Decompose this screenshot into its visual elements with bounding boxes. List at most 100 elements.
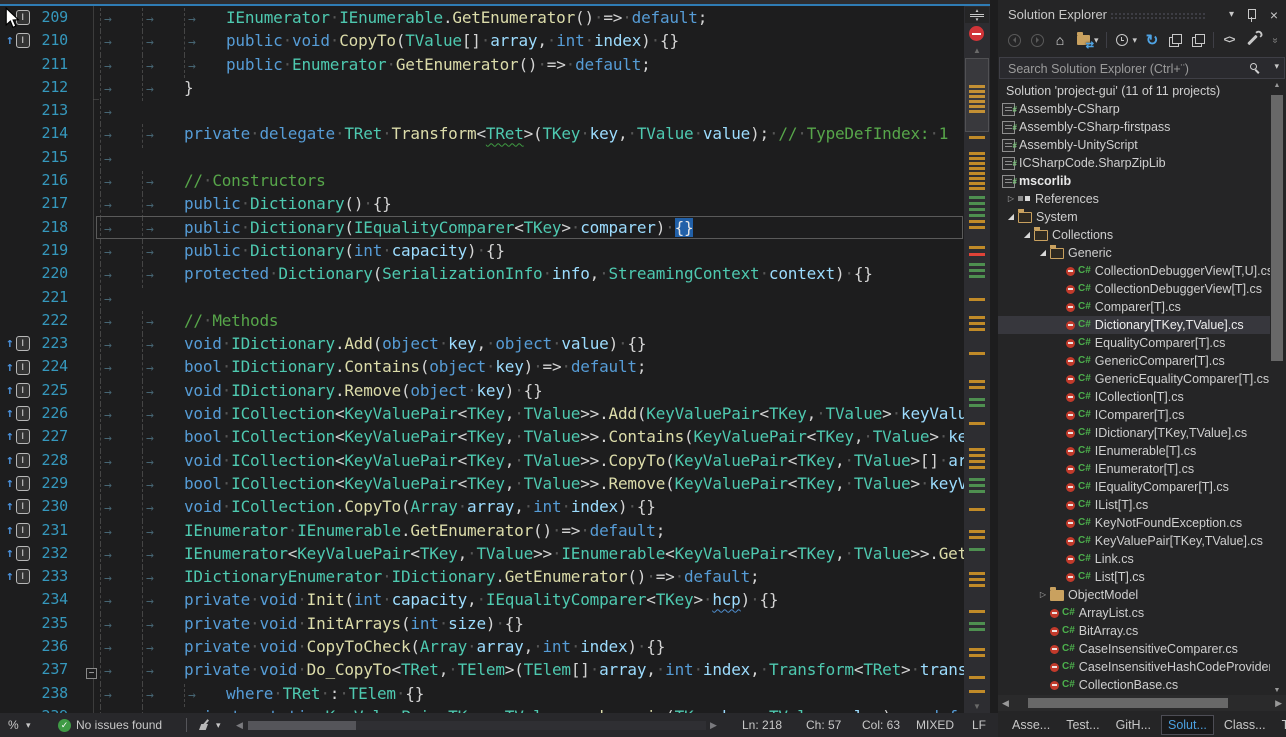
interface-indicator-icon[interactable]: I xyxy=(16,406,30,421)
outlining-margin[interactable] xyxy=(78,635,100,658)
collapse-all-icon[interactable] xyxy=(1167,32,1183,48)
properties-icon[interactable] xyxy=(1244,32,1260,48)
line-number[interactable]: 217 xyxy=(34,192,78,215)
zoom-control[interactable]: % xyxy=(8,713,19,737)
tree-item[interactable]: ◢Collections xyxy=(998,226,1270,244)
code-text[interactable]: →→public·Dictionary()·{} xyxy=(100,192,990,215)
tree-item[interactable]: C#IEqualityComparer[T].cs xyxy=(998,478,1270,496)
code-line[interactable]: ↑I226→→void·ICollection<KeyValuePair<TKe… xyxy=(0,402,990,425)
code-cleanup-caret-icon[interactable]: ▾ xyxy=(216,713,221,737)
glyph-margin[interactable] xyxy=(0,239,34,262)
code-line[interactable]: 236→→private·void·CopyToCheck(Array·arra… xyxy=(0,635,990,658)
code-line[interactable]: 238→→→where·TRet·:·TElem·{} xyxy=(0,682,990,705)
code-line[interactable]: 211→→→public·Enumerator·GetEnumerator()·… xyxy=(0,53,990,76)
code-line[interactable]: 220→→protected·Dictionary(SerializationI… xyxy=(0,262,990,285)
tree-scroll-up-arrow[interactable]: ▲ xyxy=(1270,82,1284,89)
glyph-margin[interactable] xyxy=(0,76,34,99)
show-all-files-icon[interactable] xyxy=(1190,32,1206,48)
glyph-margin[interactable]: ↑I xyxy=(0,519,34,542)
code-text[interactable]: →→void·IDictionary.Remove(object·key)·{} xyxy=(100,379,990,402)
outlining-margin[interactable] xyxy=(78,262,100,285)
line-number[interactable]: 227 xyxy=(34,425,78,448)
code-text[interactable]: →→→public·Enumerator·GetEnumerator()·=>·… xyxy=(100,53,990,76)
line-number[interactable]: 224 xyxy=(34,355,78,378)
panel-tab-test[interactable]: Test... xyxy=(1060,716,1105,734)
tree-item[interactable]: Assembly-CSharp xyxy=(998,100,1270,118)
tree-item[interactable]: C#IComparer[T].cs xyxy=(998,406,1270,424)
code-text[interactable]: →→IEnumerator<KeyValuePair<TKey,·TValue>… xyxy=(100,542,990,565)
tree-item[interactable]: C#CollectionBase.cs xyxy=(998,676,1270,694)
outlining-margin[interactable] xyxy=(78,169,100,192)
editor-splitter-handle[interactable]: ▴ ▾ xyxy=(965,7,989,23)
line-number[interactable]: 213 xyxy=(34,99,78,122)
outlining-margin[interactable] xyxy=(78,99,100,122)
code-text[interactable]: →→→IEnumerator·IEnumerable.GetEnumerator… xyxy=(100,6,990,29)
outlining-margin[interactable] xyxy=(78,192,100,215)
line-number[interactable]: 222 xyxy=(34,309,78,332)
code-line[interactable]: ↑I224→→bool·IDictionary.Contains(object·… xyxy=(0,355,990,378)
line-number[interactable]: 238 xyxy=(34,682,78,705)
outlining-margin[interactable] xyxy=(78,332,100,355)
code-lines[interactable]: ↑I209→→→IEnumerator·IEnumerable.GetEnume… xyxy=(0,6,990,713)
interface-indicator-icon[interactable]: I xyxy=(16,33,30,48)
interface-indicator-icon[interactable]: I xyxy=(16,360,30,375)
glyph-margin[interactable] xyxy=(0,169,34,192)
tree-vertical-scrollbar[interactable]: ▲ ▼ xyxy=(1270,82,1284,694)
line-number[interactable]: 237 xyxy=(34,658,78,681)
outlining-margin[interactable] xyxy=(78,612,100,635)
tree-item[interactable]: C#GenericEqualityComparer[T].cs xyxy=(998,370,1270,388)
code-text[interactable]: →→void·ICollection<KeyValuePair<TKey,·TV… xyxy=(100,449,990,472)
outlining-margin[interactable] xyxy=(78,216,100,239)
implements-arrow-icon[interactable]: ↑ xyxy=(6,547,14,560)
glyph-margin[interactable]: ↑I xyxy=(0,565,34,588)
search-input[interactable] xyxy=(1006,59,1240,79)
tree-item[interactable]: mscorlib xyxy=(998,172,1270,190)
glyph-margin[interactable]: ↑I xyxy=(0,449,34,472)
code-line[interactable]: ↑I227→→bool·ICollection<KeyValuePair<TKe… xyxy=(0,425,990,448)
tree-scroll-down-arrow[interactable]: ▼ xyxy=(1270,687,1284,694)
expander-open-icon[interactable]: ◢ xyxy=(1037,244,1049,262)
outlining-margin[interactable] xyxy=(78,286,100,309)
hscroll-right-arrow[interactable]: ▶ xyxy=(710,713,717,737)
tree-horizontal-scrollbar[interactable]: ◀ ▶ xyxy=(998,695,1286,711)
glyph-margin[interactable] xyxy=(0,635,34,658)
code-text[interactable]: →→public·Dictionary(IEqualityComparer<TK… xyxy=(100,216,990,239)
code-text[interactable]: →→} xyxy=(100,76,990,99)
tree-item[interactable]: ▷References xyxy=(998,190,1270,208)
glyph-margin[interactable] xyxy=(0,588,34,611)
outlining-margin[interactable] xyxy=(78,682,100,705)
code-text[interactable]: →→public·Dictionary(int·capacity)·{} xyxy=(100,239,990,262)
tree-item[interactable]: C#CaseInsensitiveComparer.cs xyxy=(998,640,1270,658)
tree-item[interactable]: Assembly-CSharp-firstpass xyxy=(998,118,1270,136)
outlining-margin[interactable] xyxy=(78,705,100,713)
overflow-icon[interactable]: » xyxy=(1267,32,1283,48)
code-cleanup-broom-icon[interactable] xyxy=(198,713,211,737)
outlining-margin[interactable] xyxy=(78,588,100,611)
view-code-icon[interactable]: <> xyxy=(1221,32,1237,48)
line-number[interactable]: 228 xyxy=(34,449,78,472)
glyph-margin[interactable]: ↑I xyxy=(0,29,34,52)
tree-item[interactable]: ◢System xyxy=(998,208,1270,226)
tree-item[interactable]: C#EqualityComparer[T].cs xyxy=(998,334,1270,352)
line-number[interactable]: 235 xyxy=(34,612,78,635)
code-text[interactable]: → xyxy=(100,146,990,169)
outlining-margin[interactable] xyxy=(78,542,100,565)
tree-item[interactable]: C#IEnumerable[T].cs xyxy=(998,442,1270,460)
code-line[interactable]: ↑I231→→IEnumerator·IEnumerable.GetEnumer… xyxy=(0,519,990,542)
tree-item[interactable]: ICSharpCode.SharpZipLib xyxy=(998,154,1270,172)
panel-tab-tea[interactable]: Tea... xyxy=(1276,716,1286,734)
line-number[interactable]: 229 xyxy=(34,472,78,495)
tree-item[interactable]: C#CollectionDebuggerView[T,U].cs xyxy=(998,262,1270,280)
outlining-margin[interactable] xyxy=(78,122,100,145)
pending-changes-filter-caret-icon[interactable]: ▾ xyxy=(1133,35,1138,46)
code-text[interactable]: →→private·void·Do_CopyTo<TRet,·TElem>(TE… xyxy=(100,658,990,681)
char-indicator[interactable]: Ch: 57 xyxy=(806,713,841,737)
refresh-icon[interactable]: ↻ xyxy=(1144,32,1160,48)
panel-title-bar[interactable]: Solution Explorer ▾ × xyxy=(998,4,1286,26)
code-line[interactable]: 219→→public·Dictionary(int·capacity)·{} xyxy=(0,239,990,262)
line-number[interactable]: 223 xyxy=(34,332,78,355)
code-text[interactable]: → xyxy=(100,99,990,122)
glyph-margin[interactable] xyxy=(0,122,34,145)
tree-item[interactable]: C#CollectionDebuggerView[T].cs xyxy=(998,280,1270,298)
glyph-margin[interactable] xyxy=(0,309,34,332)
